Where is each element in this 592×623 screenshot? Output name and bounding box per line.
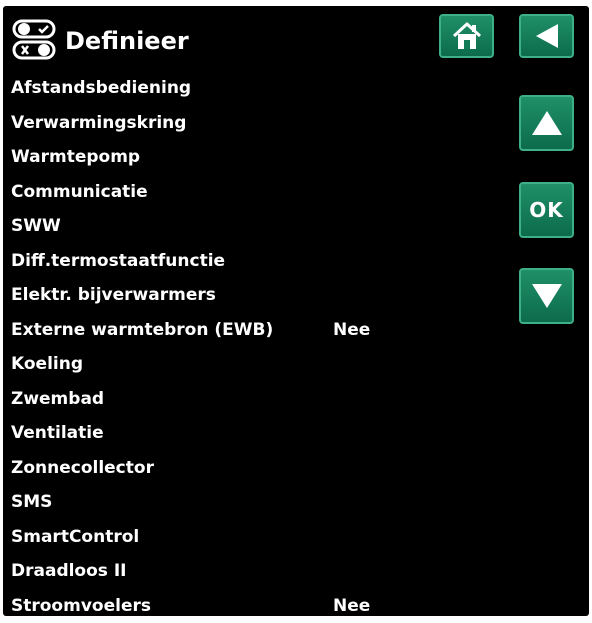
display-screen: Definieer OK Afstandsbedieni <box>3 6 589 616</box>
menu-item-label: Ventilatie <box>11 416 104 451</box>
menu-item-label: Communicatie <box>11 175 148 210</box>
menu-item-label: Draadloos II <box>11 554 126 589</box>
menu-item-label: SWW <box>11 209 61 244</box>
menu-item-label: Koeling <box>11 347 83 382</box>
arrow-up-icon <box>530 108 564 138</box>
menu-item-label: SmartControl <box>11 520 139 555</box>
menu-item-smartcontrol[interactable]: SmartControl <box>3 520 503 555</box>
menu-item-label: Zonnecollector <box>11 451 154 486</box>
menu-item-koeling[interactable]: Koeling <box>3 347 503 382</box>
arrow-down-icon <box>530 281 564 311</box>
menu-item-elektr-bijverwarmers[interactable]: Elektr. bijverwarmers <box>3 278 503 313</box>
menu-item-draadloos-ii[interactable]: Draadloos II <box>3 554 503 589</box>
menu-item-ventilatie[interactable]: Ventilatie <box>3 416 503 451</box>
back-button[interactable] <box>519 14 574 58</box>
menu-item-label: SMS <box>11 485 52 520</box>
toggle-switches-icon <box>11 18 59 62</box>
page-title: Definieer <box>65 26 189 56</box>
home-icon <box>450 19 484 53</box>
menu-item-label: Afstandsbediening <box>11 71 191 106</box>
menu-item-value: Nee <box>333 313 370 348</box>
menu-item-warmtepomp[interactable]: Warmtepomp <box>3 140 503 175</box>
menu-item-label: Diff.termostaatfunctie <box>11 244 225 279</box>
menu-item-externe-warmtebron[interactable]: Externe warmtebron (EWB) Nee <box>3 313 503 348</box>
menu-item-zwembad[interactable]: Zwembad <box>3 382 503 417</box>
ok-button[interactable]: OK <box>519 182 574 238</box>
menu-item-communicatie[interactable]: Communicatie <box>3 175 503 210</box>
menu-item-label: Externe warmtebron (EWB) <box>11 313 273 348</box>
back-arrow-icon <box>532 21 562 51</box>
menu-item-label: Zwembad <box>11 382 104 417</box>
home-button[interactable] <box>439 14 494 58</box>
menu-item-label: Warmtepomp <box>11 140 140 175</box>
menu-item-verwarmingskring[interactable]: Verwarmingskring <box>3 106 503 141</box>
menu-item-sms[interactable]: SMS <box>3 485 503 520</box>
menu-item-afstandsbediening[interactable]: Afstandsbediening <box>3 71 503 106</box>
scroll-down-button[interactable] <box>519 268 574 324</box>
header: Definieer <box>3 6 589 76</box>
menu-item-label: Elektr. bijverwarmers <box>11 278 216 313</box>
menu-item-diff-termostaatfunctie[interactable]: Diff.termostaatfunctie <box>3 244 503 279</box>
menu-item-zonnecollector[interactable]: Zonnecollector <box>3 451 503 486</box>
definition-menu: Afstandsbediening Verwarmingskring Warmt… <box>3 71 503 623</box>
ok-label: OK <box>529 198 564 222</box>
menu-item-label: Verwarmingskring <box>11 106 186 141</box>
menu-item-sww[interactable]: SWW <box>3 209 503 244</box>
scroll-up-button[interactable] <box>519 95 574 151</box>
